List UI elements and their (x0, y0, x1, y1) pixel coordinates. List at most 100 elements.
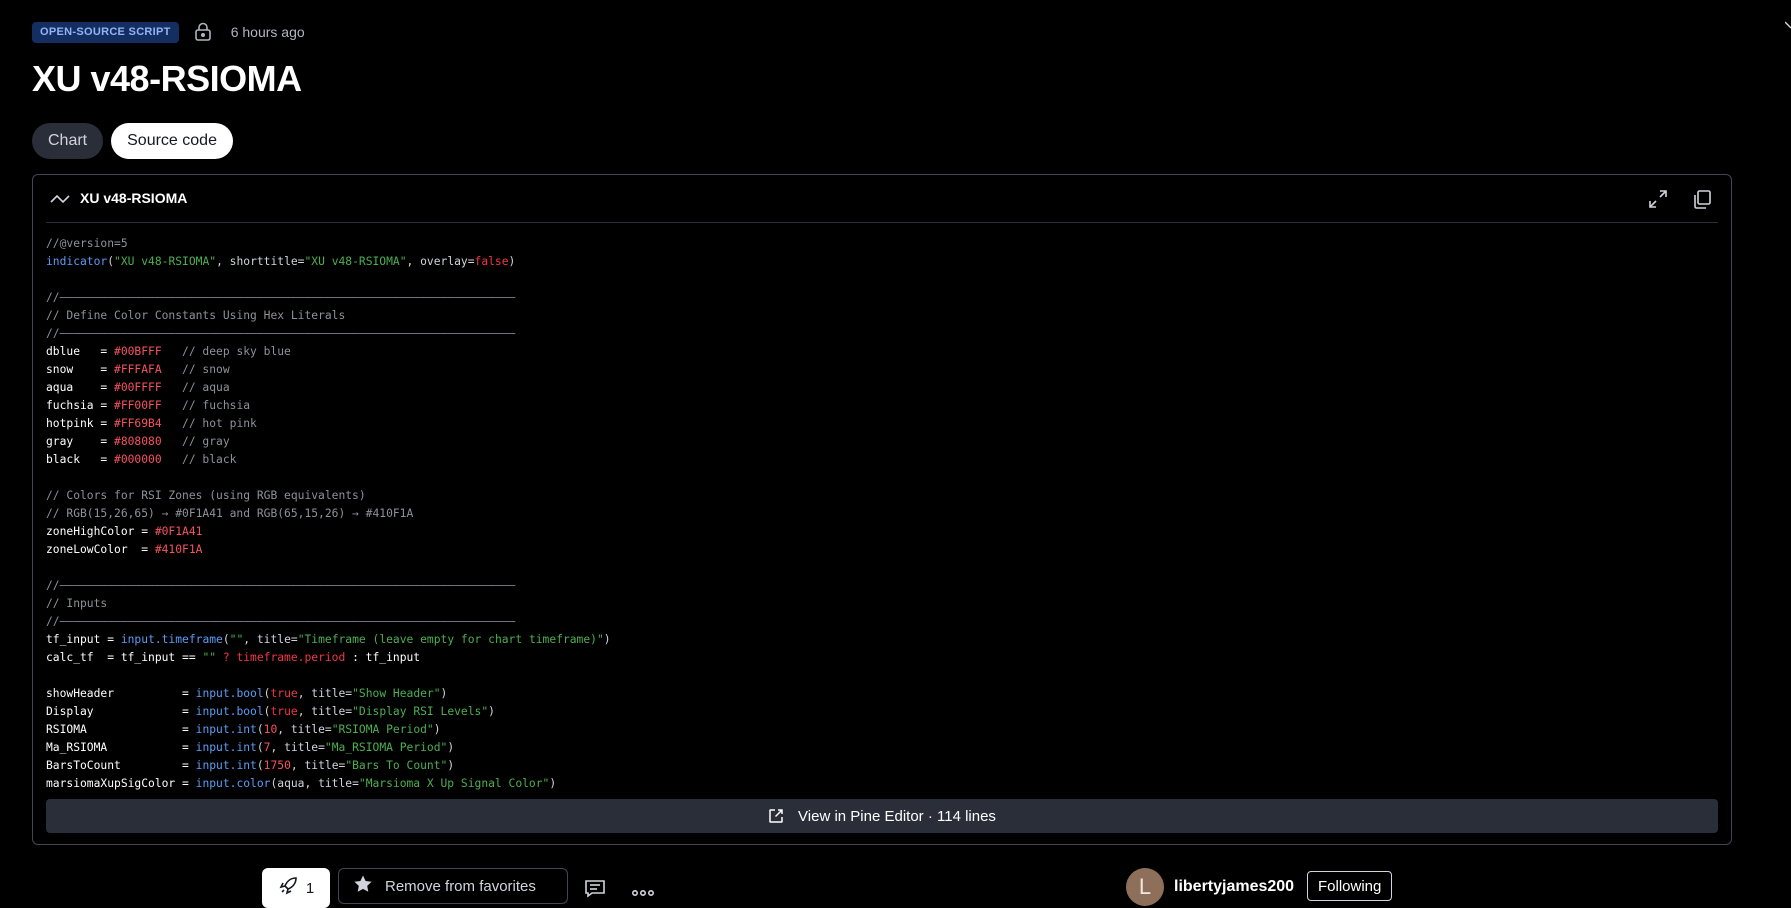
code-token: ) (440, 687, 448, 700)
code-line: BarsToCount = input.int(1750, title="Bar… (46, 757, 611, 775)
code-token: // gray (161, 435, 230, 448)
code-token: black = (46, 453, 115, 466)
more-icon[interactable] (631, 884, 654, 902)
script-meta-row: OPEN-SOURCE SCRIPT 6 hours ago (32, 20, 305, 44)
code-line: RSIOMA = input.int(10, title="RSIOMA Per… (46, 721, 611, 739)
code-token: snow = (46, 363, 115, 376)
following-button[interactable]: Following (1307, 871, 1393, 901)
view-in-pine-editor-button[interactable]: View in Pine Editor · 114 lines (46, 799, 1718, 833)
code-token: // Colors for RSI Zones (using RGB equiv… (46, 489, 366, 502)
code-token: "XU v48-RSIOMA" (114, 255, 217, 268)
code-token: //——————————————————————————————————————… (46, 291, 516, 304)
published-time: 6 hours ago (230, 24, 305, 40)
code-token: tf_input = (46, 633, 121, 646)
code-line: calc_tf = tf_input == "" ? timeframe.per… (46, 649, 611, 667)
code-token: , title= (270, 741, 325, 754)
code-panel-header: XU v48-RSIOMA (33, 175, 1731, 223)
code-token: ) (447, 741, 455, 754)
code-token: "Timeframe (leave empty for chart timefr… (297, 633, 604, 646)
code-line: // Inputs (46, 595, 611, 613)
code-line: hotpink = #FF69B4 // hot pink (46, 415, 611, 433)
code-token: , title= (277, 723, 332, 736)
code-token: // fuchsia (161, 399, 251, 412)
author-avatar[interactable]: L (1126, 868, 1164, 906)
code-token: "Ma_RSIOMA Period" (324, 741, 448, 754)
code-token: // RGB(15,26,65) → #0F1A41 and RGB(65,15… (46, 507, 414, 520)
code-line: tf_input = input.timeframe("", title="Ti… (46, 631, 611, 649)
code-line: //——————————————————————————————————————… (46, 577, 611, 595)
code-token: showHeader = (46, 687, 196, 700)
code-token: #00BFFF (114, 345, 162, 358)
comment-icon[interactable] (584, 878, 606, 903)
code-token: //——————————————————————————————————————… (46, 615, 516, 628)
code-token: ) (433, 723, 441, 736)
code-token: #0F1A41 (154, 525, 203, 538)
code-line: showHeader = input.bool(true, title="Sho… (46, 685, 611, 703)
code-token: "Show Header" (352, 687, 441, 700)
code-line: dblue = #00BFFF // deep sky blue (46, 343, 611, 361)
tab-chart[interactable]: Chart (32, 123, 104, 159)
open-source-badge[interactable]: OPEN-SOURCE SCRIPT (32, 21, 179, 43)
code-token: : tf_input (345, 651, 421, 664)
code-token: ) (603, 633, 611, 646)
code-token: true (270, 705, 298, 718)
author-name[interactable]: libertyjames200 (1174, 878, 1294, 896)
code-token: "RSIOMA Period" (331, 723, 434, 736)
code-line: indicator("XU v48-RSIOMA", shorttitle="X… (46, 253, 611, 271)
code-line: //——————————————————————————————————————… (46, 289, 611, 307)
code-token: 10 (263, 723, 278, 736)
code-token: "XU v48-RSIOMA" (304, 255, 407, 268)
lock-icon[interactable] (193, 21, 213, 43)
code-token: input.timeframe (120, 633, 223, 646)
code-panel-divider (46, 222, 1718, 223)
code-token: calc_tf = tf_input == (46, 651, 203, 664)
code-token: // black (161, 453, 237, 466)
code-token: //@version=5 (46, 237, 128, 250)
code-token: ( (256, 759, 264, 772)
code-token: zoneLowColor = (46, 543, 155, 556)
code-line: snow = #FFFAFA // snow (46, 361, 611, 379)
code-line: //@version=5 (46, 235, 611, 253)
code-token: zoneHighColor = (46, 525, 155, 538)
code-token: #808080 (114, 435, 162, 448)
code-token: ( (256, 723, 264, 736)
bottom-action-bar: 1 Remove from favorites L libertyjames20… (0, 868, 1791, 908)
expand-icon[interactable] (1647, 188, 1669, 210)
code-token: ) (447, 759, 455, 772)
code-token: "" (229, 633, 244, 646)
tab-source-code[interactable]: Source code (111, 123, 233, 159)
code-token: "Display RSI Levels" (352, 705, 489, 718)
code-token: input.int (195, 759, 257, 772)
copy-icon[interactable] (1691, 188, 1713, 210)
code-token: ) (488, 705, 495, 718)
code-line: Ma_RSIOMA = input.int(7, title="Ma_RSIOM… (46, 739, 611, 757)
code-token: false (474, 255, 509, 268)
code-panel-title: XU v48-RSIOMA (80, 190, 188, 206)
view-in-pine-editor-label: View in Pine Editor · 114 lines (798, 807, 996, 825)
code-token: marsiomaXupSigColor = (46, 777, 196, 790)
rocket-icon (278, 876, 306, 900)
code-line: gray = #808080 // gray (46, 433, 611, 451)
code-token: indicator (46, 255, 108, 268)
external-link-icon (768, 808, 784, 824)
code-line: //——————————————————————————————————————… (46, 325, 611, 343)
star-icon (353, 874, 385, 898)
close-icon[interactable] (1784, 20, 1791, 34)
code-line: zoneLowColor = #410F1A (46, 541, 611, 559)
code-token: input.int (195, 723, 257, 736)
view-tabs: Chart Source code (32, 123, 233, 159)
code-line: aqua = #00FFFF // aqua (46, 379, 611, 397)
code-token: , title= (290, 759, 346, 772)
code-token: //——————————————————————————————————————… (46, 327, 516, 340)
code-token: #FF69B4 (114, 417, 162, 430)
code-token: aqua = (46, 381, 115, 394)
boost-button[interactable]: 1 (262, 868, 330, 908)
code-token: dblue = (46, 345, 115, 358)
code-token: // Inputs (46, 597, 108, 610)
code-token: input.int (195, 741, 257, 754)
code-token: RSIOMA = (46, 723, 196, 736)
code-block[interactable]: //@version=5 indicator("XU v48-RSIOMA", s… (46, 235, 611, 793)
